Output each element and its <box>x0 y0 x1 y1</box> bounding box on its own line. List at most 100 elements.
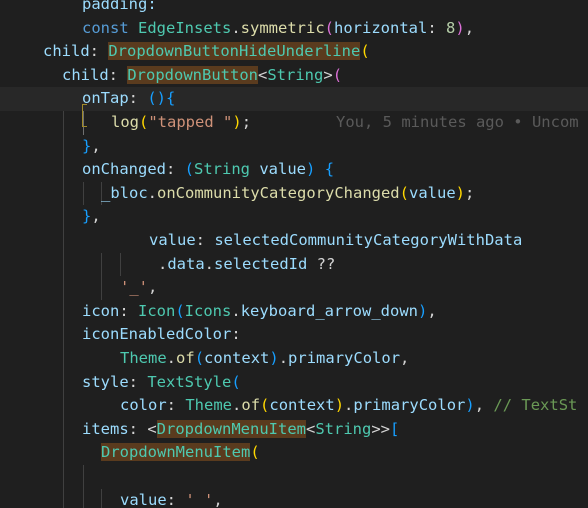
code-token: iconEnabledColor <box>82 325 232 344</box>
code-token: String <box>315 419 372 438</box>
code-token: } <box>82 207 92 226</box>
code-token: DropdownMenuItem <box>101 443 251 462</box>
code-line[interactable]: log("tapped "); <box>0 111 251 135</box>
code-token: color <box>120 396 167 415</box>
code-line[interactable]: onChanged: (String value) { <box>0 158 334 182</box>
code-line[interactable]: value: selectedCommunityCategoryWithData <box>0 229 522 253</box>
code-token: symmetric <box>240 18 325 37</box>
code-token: : <box>89 42 109 61</box>
code-token: >> <box>371 419 390 438</box>
code-token: child <box>43 42 90 61</box>
code-token: [ <box>390 419 400 438</box>
code-token: ?? <box>307 254 336 273</box>
code-token: log <box>111 113 139 131</box>
code-token: ( <box>231 372 241 391</box>
code-line[interactable]: _bloc.onCommunityCategoryChanged(value); <box>0 182 474 206</box>
code-token: ( <box>175 301 185 320</box>
code-token: selectedCommunityCategoryWithData <box>214 231 523 249</box>
code-token: ) <box>269 349 279 367</box>
code-token: ) <box>306 160 316 179</box>
code-token: , <box>474 396 494 415</box>
code-line[interactable]: }, <box>0 205 101 229</box>
code-line[interactable]: Theme.of(context).primaryColor, <box>0 347 409 371</box>
code-token: , <box>91 136 101 155</box>
code-token: } <box>82 136 92 155</box>
code-token: : <box>195 231 215 249</box>
code-line[interactable]: items: <DropdownMenuItem<String>>[ <box>0 418 399 442</box>
code-line[interactable]: iconEnabledColor: <box>0 323 241 347</box>
code-line[interactable]: '_', <box>0 276 157 300</box>
code-token: : <box>166 490 186 508</box>
code-token: Theme <box>120 349 167 367</box>
code-token: '_' <box>185 490 214 508</box>
code-line[interactable]: style: TextStyle( <box>0 371 241 395</box>
code-token: : <box>128 89 148 108</box>
code-token: ( <box>324 18 335 37</box>
code-token: EdgeInsets <box>138 18 232 37</box>
code-token: value <box>149 231 196 249</box>
code-token: Theme <box>185 396 233 415</box>
code-line[interactable]: DropdownMenuItem( <box>0 441 260 465</box>
code-token: '_' <box>120 278 148 297</box>
code-token: < <box>258 65 268 84</box>
text-cursor <box>82 104 87 127</box>
code-token: ( <box>250 443 260 462</box>
code-token: : <box>128 372 148 391</box>
code-token: String <box>267 65 324 84</box>
code-token: . <box>278 349 289 367</box>
code-token: ) <box>465 396 475 415</box>
code-line[interactable]: padding: <box>0 0 157 17</box>
code-token: value <box>409 183 456 202</box>
code-token: ; <box>465 183 475 202</box>
code-token: context <box>204 349 270 367</box>
code-token: horizontal <box>334 18 428 37</box>
code-line[interactable]: icon: Icon(Icons.keyboard_arrow_down), <box>0 300 437 324</box>
code-token: . <box>232 396 242 415</box>
code-line[interactable]: value: '_', <box>0 489 223 508</box>
code-token: ) <box>418 301 428 320</box>
code-token: DropdownMenuItem <box>156 419 306 438</box>
code-token: : <box>427 18 447 37</box>
code-token: . <box>158 254 168 273</box>
code-token: , <box>213 490 223 508</box>
code-line[interactable]: child: DropdownButton<String>( <box>0 64 342 88</box>
code-line[interactable]: }, <box>0 135 101 159</box>
code-token: value <box>120 490 167 508</box>
code-token: selectedId <box>214 254 308 273</box>
code-token: data <box>167 254 205 273</box>
code-token: ( <box>194 349 205 367</box>
code-token: Icons <box>184 301 232 320</box>
code-token: of <box>241 396 261 415</box>
code-token: , <box>91 207 101 226</box>
code-token: icon <box>82 301 120 320</box>
code-token: 8 <box>446 18 456 37</box>
code-token: child <box>62 65 109 84</box>
code-token: , <box>400 349 410 367</box>
code-token: ( <box>399 183 409 202</box>
code-token: : <box>166 160 185 179</box>
code-token: _bloc <box>101 183 148 202</box>
code-token: padding: <box>82 0 157 13</box>
code-line[interactable]: child: DropdownButtonHideUnderline( <box>0 40 370 64</box>
code-token: // TextSt <box>493 396 578 415</box>
code-token: { <box>315 160 335 179</box>
code-token: . <box>344 396 354 415</box>
code-token: : <box>166 396 186 415</box>
code-token: . <box>231 301 241 320</box>
code-token: < <box>305 419 316 438</box>
code-token: ( <box>184 160 195 179</box>
code-token: TextStyle <box>147 372 232 391</box>
code-line[interactable]: .data.selectedId ?? <box>0 253 335 277</box>
code-token: : <box>119 301 138 320</box>
code-editor[interactable]: padding: const EdgeInsets.symmetric(horiz… <box>0 0 588 508</box>
code-line[interactable]: color: Theme.of(context).primaryColor), … <box>0 394 577 418</box>
code-token: Icon <box>138 301 176 320</box>
code-token: items <box>82 419 129 438</box>
code-line[interactable]: onTap: (){ <box>0 87 588 111</box>
code-line[interactable] <box>0 465 101 489</box>
code-line[interactable]: const EdgeInsets.symmetric(horizontal: 8… <box>0 17 474 41</box>
code-token: ) <box>455 18 465 37</box>
code-token: ( <box>139 113 149 131</box>
code-token: : <box>231 325 241 344</box>
code-token: onTap <box>82 89 129 108</box>
